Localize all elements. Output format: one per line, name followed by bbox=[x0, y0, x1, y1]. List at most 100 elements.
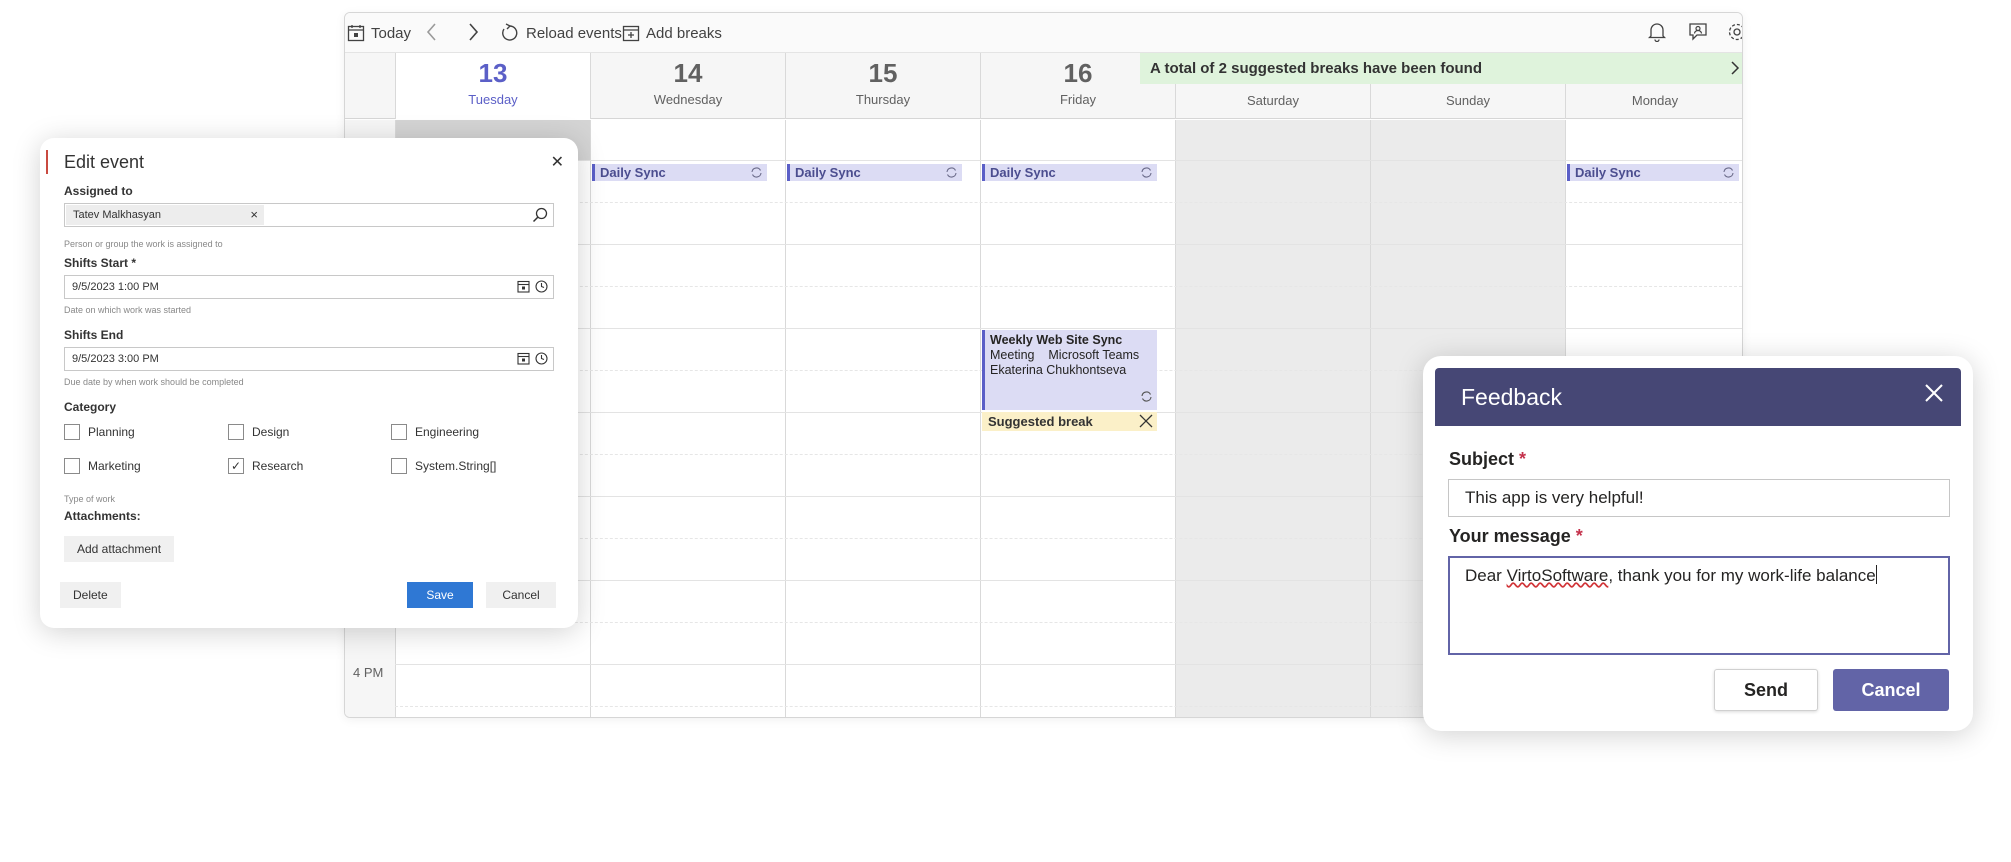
delete-button[interactable]: Delete bbox=[60, 582, 121, 608]
search-icon[interactable] bbox=[532, 207, 548, 226]
close-icon[interactable]: ✕ bbox=[551, 152, 564, 172]
event-daily-sync[interactable]: Daily Sync bbox=[1567, 164, 1739, 181]
title-accent bbox=[46, 150, 48, 174]
message-text-start: Dear bbox=[1465, 566, 1507, 585]
add-breaks-label: Add breaks bbox=[646, 24, 722, 42]
add-attachment-button[interactable]: Add attachment bbox=[64, 536, 175, 562]
close-icon[interactable] bbox=[1923, 382, 1945, 409]
feedback-title: Feedback bbox=[1461, 384, 1563, 410]
event-daily-sync[interactable]: Daily Sync bbox=[787, 164, 962, 181]
assigned-to-label: Assigned to bbox=[64, 184, 133, 198]
day-name: Sunday bbox=[1445, 93, 1491, 108]
chevron-right-icon[interactable] bbox=[1730, 60, 1740, 80]
event-daily-sync[interactable]: Daily Sync bbox=[982, 164, 1157, 181]
day-column-weekend[interactable] bbox=[1175, 120, 1370, 717]
hour-line bbox=[395, 244, 1742, 245]
day-header-14[interactable]: 14 Wednesday bbox=[590, 53, 785, 119]
category-planning[interactable]: Planning bbox=[64, 424, 135, 440]
add-breaks-button[interactable]: Add breaks bbox=[622, 20, 722, 46]
half-hour-line bbox=[395, 202, 1742, 203]
today-label: Today bbox=[371, 24, 412, 42]
reload-icon bbox=[500, 23, 520, 43]
category-system-string[interactable]: System.String[] bbox=[391, 458, 496, 474]
required-marker: * bbox=[1575, 526, 1583, 546]
close-icon[interactable]: × bbox=[250, 207, 258, 222]
checkbox[interactable] bbox=[228, 424, 244, 440]
subject-label-text: Subject bbox=[1449, 449, 1515, 469]
clock-icon[interactable] bbox=[535, 352, 548, 368]
save-button[interactable]: Save bbox=[407, 582, 473, 608]
assignee-name: Tatev Malkhasyan bbox=[73, 209, 162, 221]
subject-value: This app is very helpful! bbox=[1465, 488, 1644, 507]
cancel-button[interactable]: Cancel bbox=[486, 582, 556, 608]
checkbox-label: Planning bbox=[88, 425, 135, 439]
event-weekly-web-site-sync[interactable]: Weekly Web Site Sync Meeting Microsoft T… bbox=[982, 330, 1157, 410]
bell-icon[interactable] bbox=[1647, 22, 1667, 47]
day-name: Friday bbox=[1059, 92, 1097, 107]
event-type: Meeting bbox=[990, 348, 1035, 362]
category-marketing[interactable]: Marketing bbox=[64, 458, 141, 474]
day-header-15[interactable]: 15 Thursday bbox=[785, 53, 980, 119]
shifts-end-label: Shifts End bbox=[64, 328, 124, 342]
day-column[interactable] bbox=[590, 120, 785, 717]
day-header-13[interactable]: 13 Tuesday bbox=[395, 53, 590, 119]
day-name: Saturday bbox=[1246, 93, 1300, 108]
sync-icon bbox=[1140, 390, 1153, 407]
feedback-icon[interactable] bbox=[1688, 22, 1708, 47]
day-name: Monday bbox=[1631, 93, 1679, 108]
reload-events-label: Reload events bbox=[526, 24, 622, 42]
gear-icon[interactable] bbox=[1727, 22, 1742, 47]
message-label-text: Your message bbox=[1449, 526, 1571, 546]
event-daily-sync[interactable]: Daily Sync bbox=[592, 164, 767, 181]
day-name: Tuesday bbox=[468, 92, 518, 107]
calendar-icon[interactable] bbox=[517, 352, 530, 368]
calendar-icon[interactable] bbox=[517, 280, 530, 296]
hour-line bbox=[395, 160, 1742, 161]
checkbox[interactable] bbox=[64, 458, 80, 474]
message-text-end: , thank you for my work-life balance bbox=[1608, 566, 1876, 585]
shifts-end-field[interactable]: 9/5/2023 3:00 PM bbox=[64, 347, 554, 371]
shifts-start-field[interactable]: 9/5/2023 1:00 PM bbox=[64, 275, 554, 299]
event-title: Daily Sync bbox=[795, 165, 861, 180]
event-title: Weekly Web Site Sync bbox=[990, 333, 1123, 347]
cancel-button[interactable]: Cancel bbox=[1833, 669, 1949, 711]
assigned-to-hint: Person or group the work is assigned to bbox=[64, 239, 223, 249]
subject-label: Subject * bbox=[1449, 449, 1526, 470]
day-number: 13 bbox=[478, 58, 508, 88]
checkbox-checked[interactable]: ✓ bbox=[228, 458, 244, 474]
checkbox[interactable] bbox=[64, 424, 80, 440]
event-title: Daily Sync bbox=[1575, 165, 1641, 180]
event-person: Ekaterina Chukhontseva bbox=[990, 363, 1127, 377]
category-row: Planning Design Engineering bbox=[64, 424, 554, 444]
category-hint: Type of work bbox=[64, 494, 116, 504]
clock-icon[interactable] bbox=[535, 280, 548, 296]
day-name: Thursday bbox=[855, 92, 911, 107]
day-column[interactable] bbox=[785, 120, 980, 717]
close-icon[interactable] bbox=[1139, 414, 1153, 431]
shifts-end-value: 9/5/2023 3:00 PM bbox=[72, 353, 159, 365]
category-design[interactable]: Design bbox=[228, 424, 289, 440]
category-research[interactable]: ✓ Research bbox=[228, 458, 303, 474]
text-caret bbox=[1875, 565, 1877, 584]
checkbox[interactable] bbox=[391, 424, 407, 440]
event-title: Suggested break bbox=[988, 414, 1093, 429]
checkbox[interactable] bbox=[391, 458, 407, 474]
category-engineering[interactable]: Engineering bbox=[391, 424, 479, 440]
half-hour-line bbox=[395, 286, 1742, 287]
subject-input[interactable]: This app is very helpful! bbox=[1448, 479, 1950, 517]
message-textarea[interactable]: Dear VirtoSoftware, thank you for my wor… bbox=[1448, 556, 1950, 655]
banner-text: A total of 2 suggested breaks have been … bbox=[1150, 60, 1483, 77]
today-button[interactable]: Today bbox=[347, 20, 411, 46]
feedback-header: Feedback bbox=[1435, 368, 1961, 426]
suggested-breaks-banner: A total of 2 suggested breaks have been … bbox=[1140, 53, 1742, 84]
message-label: Your message * bbox=[1449, 526, 1583, 547]
send-button[interactable]: Send bbox=[1714, 669, 1818, 711]
assigned-to-field[interactable]: Tatev Malkhasyan × bbox=[64, 203, 554, 227]
checkbox-label: Design bbox=[252, 425, 290, 439]
chevron-right-icon[interactable] bbox=[466, 22, 480, 47]
event-suggested-break[interactable]: Suggested break bbox=[982, 412, 1157, 431]
calendar-today-icon bbox=[347, 24, 365, 42]
reload-events-button[interactable]: Reload events bbox=[500, 20, 622, 46]
feedback-dialog: Feedback Subject * This app is very help… bbox=[1423, 356, 1973, 731]
chevron-left-icon[interactable] bbox=[425, 22, 439, 47]
